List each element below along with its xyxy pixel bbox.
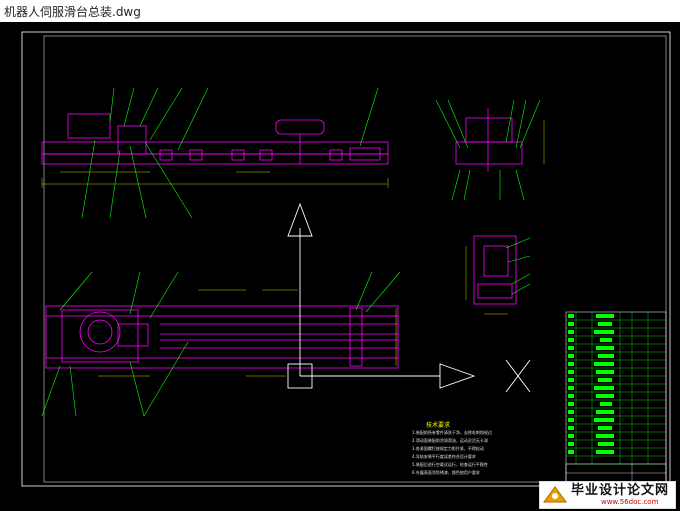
parts-list-table [565, 311, 667, 483]
note-line: 3.各紧固螺钉按规定力矩拧紧，不得松动 [412, 446, 484, 451]
ucs-axis-icon [287, 202, 476, 389]
notes-title: 技术要求 [426, 422, 451, 429]
side-view [455, 108, 523, 172]
drawing-canvas[interactable]: 技术要求 1.装配前所有零件清洗干净，去除毛刺和锐边 2.滑动面装配前涂润滑油，… [0, 22, 680, 511]
window-titlebar: 机器人伺服滑台总装.dwg [0, 0, 680, 22]
drawing-inner-border [43, 35, 667, 483]
cad-drawing[interactable] [0, 22, 680, 511]
plan-view-dimensions [98, 289, 397, 377]
watermark-logo-icon [542, 486, 567, 503]
note-line: 6.外露表面涂防锈漆，颜色按用户要求 [412, 470, 480, 475]
x-mark [505, 359, 531, 393]
note-line: 2.滑动面装配前涂润滑油，运动灵活无卡滞 [412, 438, 488, 443]
front-view-dimensions [41, 171, 389, 188]
note-line: 1.装配前所有零件清洗干净，去除毛刺和锐边 [412, 430, 492, 435]
watermark-banner: 毕业设计论文网 www.56doc.com [538, 481, 676, 509]
window-title: 机器人伺服滑台总装.dwg [4, 5, 141, 19]
drawing-border [21, 31, 671, 487]
section-detail-leaders [505, 237, 531, 295]
plan-view [45, 305, 399, 369]
watermark-main-text: 毕业设计论文网 [570, 483, 669, 498]
front-view [41, 113, 389, 165]
technical-notes: 技术要求 1.装配前所有零件清洗干净，去除毛刺和锐边 2.滑动面装配前涂润滑油，… [412, 420, 572, 477]
front-view-leaders [81, 87, 379, 219]
note-line: 4.导轨安装平行度误差符合设计要求 [412, 454, 476, 459]
plan-view-leaders [41, 271, 401, 417]
note-line: 5.装配后进行空载试运行，检查运行平稳性 [412, 462, 488, 467]
watermark-url: www.56doc.com [600, 498, 659, 506]
